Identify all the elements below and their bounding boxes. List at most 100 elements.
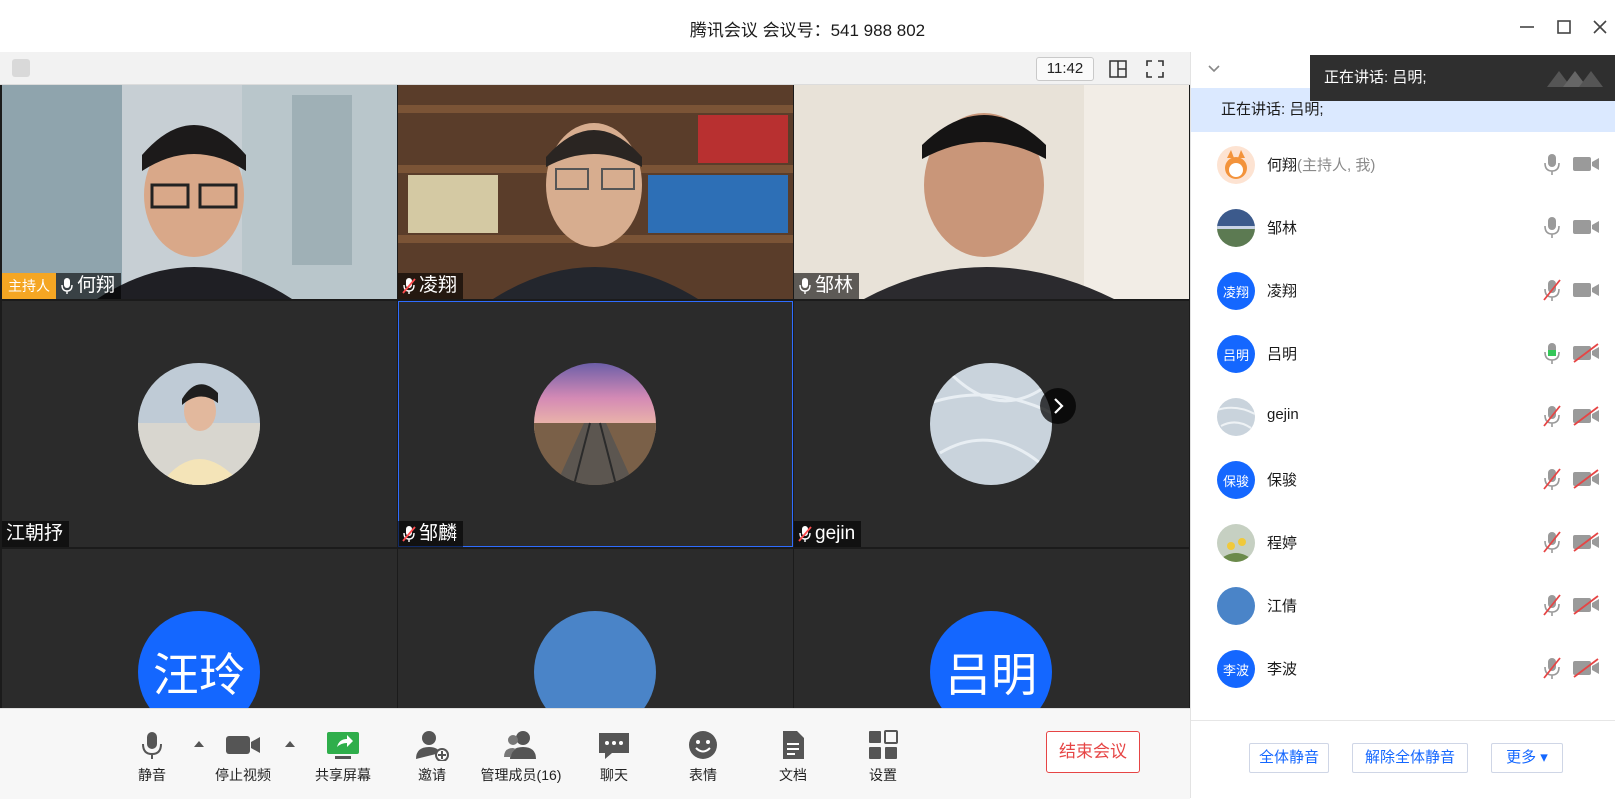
chevron-down-icon[interactable] [1207,64,1221,74]
mic-icon[interactable] [1543,152,1561,176]
video-tile-active[interactable]: 邹麟 [398,301,793,547]
video-tile[interactable]: 江朝抒 [2,301,397,547]
mute-all-button[interactable]: 全体静音 [1249,743,1329,773]
unmute-all-button[interactable]: 解除全体静音 [1352,743,1468,773]
mic-speaking-icon[interactable] [1543,341,1561,365]
smiley-icon [689,731,717,759]
mic-muted-icon[interactable] [1543,404,1561,428]
video-tile[interactable]: 汪玲 [2,549,397,708]
next-page-icon[interactable] [1040,388,1076,424]
mic-muted-icon [798,526,812,542]
participant-nameplate: 江朝抒 [2,521,70,547]
camera-icon[interactable] [1572,217,1600,237]
participant-avatar: 汪玲 [138,611,260,708]
emoji-label: 表情 [689,767,717,783]
microphone-icon [142,732,162,759]
participant-row[interactable]: 邹林 [1191,195,1615,258]
participant-row[interactable]: 保骏 保骏 [1191,447,1615,510]
mic-muted-icon[interactable] [1543,530,1561,554]
participant-row[interactable]: 凌翔 凌翔 [1191,258,1615,321]
participant-row[interactable]: 何翔(主持人, 我) [1191,132,1615,195]
participant-avatar: 吕明 [1217,335,1255,373]
mic-muted-icon[interactable] [1543,278,1561,302]
docs-button[interactable]: 文档 [753,729,833,785]
mute-button[interactable]: 静音 [112,729,192,785]
participant-avatar [534,363,656,485]
mic-muted-icon[interactable] [1543,593,1561,617]
participant-video [398,85,793,299]
camera-off-icon[interactable] [1572,532,1600,552]
fullscreen-icon[interactable] [1144,58,1166,80]
participant-name-field: 何翔(主持人, 我) [1267,154,1375,175]
chat-bubble-icon [599,733,629,759]
camera-off-icon[interactable] [1572,343,1600,363]
mic-icon[interactable] [1543,215,1561,239]
more-button[interactable]: 更多 ▾ [1491,743,1563,773]
maximize-icon[interactable] [1553,16,1575,38]
participant-avatar [1217,398,1255,436]
panel-footer: 全体静音 解除全体静音 更多 ▾ [1191,720,1615,799]
share-screen-label: 共享屏幕 [315,767,371,783]
title-bar: 腾讯会议 会议号：541 988 802 [0,0,1615,52]
mute-label: 静音 [138,767,166,783]
host-badge: 主持人 [2,273,56,299]
manage-members-button[interactable]: 管理成员(16) [471,729,571,785]
stop-video-button[interactable]: 停止视频 [203,729,283,785]
camera-off-icon[interactable] [1572,595,1600,615]
caret-up-icon[interactable] [284,739,296,749]
mic-muted-icon[interactable] [1543,656,1561,680]
participant-row[interactable]: 吕明 吕明 [1191,321,1615,384]
mic-icon [61,278,73,294]
share-screen-button[interactable]: 共享屏幕 [303,729,383,785]
video-tile[interactable]: 邹林 [794,85,1189,299]
mic-muted-icon[interactable] [1543,467,1561,491]
close-icon[interactable] [1589,16,1611,38]
camera-icon[interactable] [1572,280,1600,300]
participant-row[interactable]: 李波 李波 [1191,636,1615,699]
invite-button[interactable]: 邀请 [392,729,472,785]
camera-icon[interactable] [1572,154,1600,174]
participant-name: 凌翔 [1267,283,1298,300]
participant-name: 邹麟 [419,523,458,544]
share-screen-icon [327,732,359,759]
participant-row[interactable] [1191,699,1615,702]
participant-nameplate: 邹麟 [398,521,464,547]
camera-off-icon[interactable] [1572,406,1600,426]
participant-row[interactable]: 江倩 [1191,573,1615,636]
end-meeting-button[interactable]: 结束会议 [1046,731,1140,773]
participant-name: 程婷 [1267,535,1298,552]
participant-nameplate: 凌翔 [398,273,464,299]
chat-button[interactable]: 聊天 [574,729,654,785]
participant-row[interactable]: gejin [1191,384,1615,447]
participant-name: 江倩 [1267,598,1298,615]
participant-nameplate: gejin [794,521,862,547]
emoji-button[interactable]: 表情 [663,729,743,785]
meeting-clock: 11:42 [1036,57,1094,81]
participant-name: 吕明 [1267,346,1298,363]
participant-name: 保骏 [1267,472,1298,489]
participant-avatar [930,363,1052,485]
brand-logo-icon [1547,71,1603,87]
video-tile[interactable]: 凌翔 [398,85,793,299]
video-tile[interactable]: 主持人 何翔 [2,85,397,299]
shield-icon[interactable] [12,59,30,77]
participant-avatar [138,363,260,485]
camera-off-icon[interactable] [1572,658,1600,678]
video-tile[interactable] [398,549,793,708]
manage-members-label: 管理成员(16) [480,767,562,783]
add-user-icon [416,731,449,761]
participant-name: gejin [1267,406,1299,423]
settings-button[interactable]: 设置 [843,729,923,785]
participant-row[interactable]: 程婷 [1191,510,1615,573]
camera-off-icon[interactable] [1572,469,1600,489]
participant-list: 何翔(主持人, 我) 邹林 凌翔 凌翔 吕明 吕明 gejin 保骏 保骏 程婷… [1191,132,1615,702]
layout-icon[interactable] [1107,58,1129,80]
members-icon [504,731,536,759]
participant-avatar [1217,146,1255,184]
participants-panel: 正在讲话: 吕明; 何翔(主持人, 我) 邹林 凌翔 凌翔 吕明 吕明 geji… [1190,52,1615,799]
minimize-icon[interactable] [1516,16,1538,38]
video-tile[interactable]: 吕明 [794,549,1189,708]
video-tile[interactable]: gejin [794,301,1189,547]
mic-muted-icon [402,526,416,542]
video-stage: 11:42 主持人 何翔 凌翔 邹林 江朝抒 邹麟 gejin 汪玲 吕明 [0,52,1190,708]
